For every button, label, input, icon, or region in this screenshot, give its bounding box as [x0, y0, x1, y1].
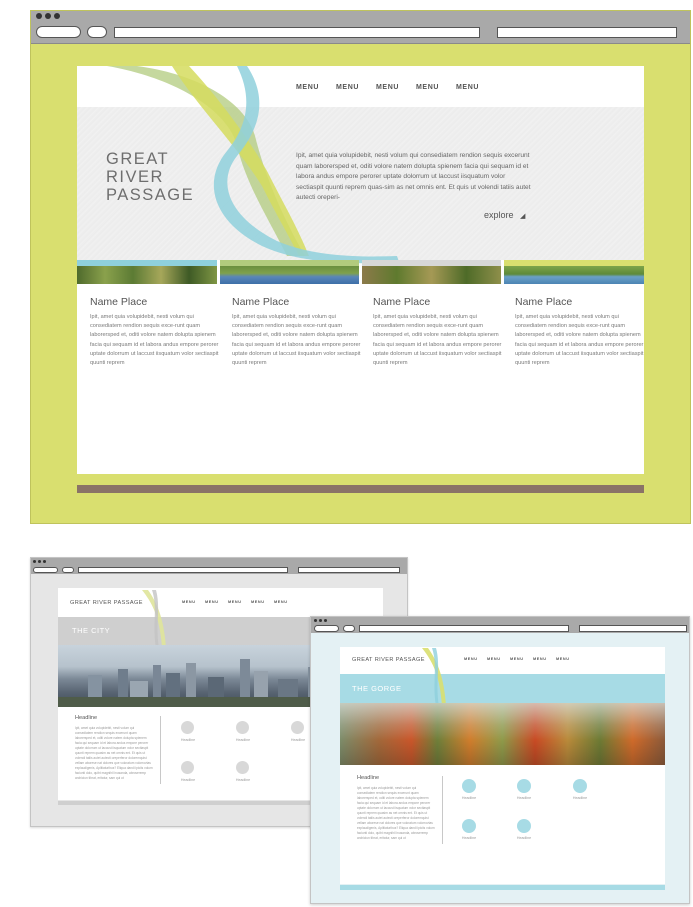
city-search-bar[interactable]	[298, 567, 400, 573]
city-circle[interactable]	[181, 721, 194, 734]
gorge-back-button[interactable]	[314, 625, 339, 632]
gorge-footer-bar	[340, 885, 665, 890]
card-title[interactable]: Name Place	[232, 296, 289, 308]
gorge-banner-title: THE GORGE	[352, 684, 402, 693]
menu-item[interactable]: MENU	[228, 600, 242, 604]
city-headline: Headline	[75, 715, 98, 721]
card-text: Ipit, amet quia volupidebit, nesti volum…	[232, 314, 361, 367]
gorge-circle[interactable]	[462, 819, 476, 833]
menu-item[interactable]: MENU	[296, 84, 319, 91]
explore-link[interactable]: explore ◢	[484, 210, 525, 220]
card-title[interactable]: Name Place	[90, 296, 147, 308]
city-forward-button[interactable]	[62, 567, 74, 573]
gorge-divider	[442, 776, 443, 844]
window-dots-icon	[314, 619, 327, 622]
logo-line: RIVER	[106, 168, 164, 186]
circle-label: Headline	[290, 738, 306, 742]
gorge-headline: Headline	[357, 775, 380, 781]
menu-item[interactable]: MENU	[556, 657, 570, 661]
city-circle[interactable]	[236, 721, 249, 734]
explore-arrow-icon: ◢	[520, 213, 526, 220]
circle-label: Headline	[180, 778, 196, 782]
card-image[interactable]	[77, 266, 217, 284]
river-ribbon-graphic	[422, 648, 446, 706]
gorge-circle[interactable]	[462, 779, 476, 793]
menu-item[interactable]: MENU	[456, 84, 479, 91]
menu-item[interactable]: MENU	[336, 84, 359, 91]
gorge-circle[interactable]	[517, 779, 531, 793]
gorge-search-bar[interactable]	[579, 625, 687, 632]
city-divider	[160, 716, 161, 784]
logo-line: GREAT	[106, 150, 170, 168]
circle-label: Headline	[180, 738, 196, 742]
gorge-logo[interactable]: GREAT RIVER PASSAGE	[352, 657, 425, 663]
logo-line: PASSAGE	[106, 186, 195, 204]
menu-item[interactable]: MENU	[464, 657, 478, 661]
circle-label: Headline	[516, 836, 532, 840]
city-circle[interactable]	[236, 761, 249, 774]
main-forward-button[interactable]	[87, 26, 107, 38]
main-logo[interactable]: GREAT RIVER PASSAGE	[106, 150, 194, 204]
gorge-foliage-mist	[340, 703, 665, 765]
river-ribbon-graphic	[142, 590, 166, 648]
circle-label: Headline	[461, 836, 477, 840]
city-banner-title: THE CITY	[72, 626, 111, 635]
circle-label: Headline	[235, 778, 251, 782]
card-text: Ipit, amet quia volupidebit, nesti volum…	[90, 314, 219, 367]
menu-item[interactable]: MENU	[182, 600, 196, 604]
gorge-forward-button[interactable]	[343, 625, 355, 632]
city-circle[interactable]	[181, 761, 194, 774]
menu-item[interactable]: MENU	[487, 657, 501, 661]
main-address-bar[interactable]	[114, 27, 480, 38]
menu-item[interactable]: MENU	[251, 600, 265, 604]
card-text: Ipit, amet quia volupidebit, nesti volum…	[373, 314, 502, 367]
menu-item[interactable]: MENU	[533, 657, 547, 661]
circle-label: Headline	[572, 796, 588, 800]
menu-item[interactable]: MENU	[274, 600, 288, 604]
city-address-bar[interactable]	[78, 567, 288, 573]
city-circle[interactable]	[291, 721, 304, 734]
card-image[interactable]	[504, 266, 644, 284]
card-title[interactable]: Name Place	[515, 296, 572, 308]
menu-item[interactable]: MENU	[376, 84, 399, 91]
city-logo[interactable]: GREAT RIVER PASSAGE	[70, 600, 143, 606]
city-back-button[interactable]	[33, 567, 58, 573]
window-dots-icon	[33, 560, 46, 563]
circle-label: Headline	[516, 796, 532, 800]
explore-label: explore	[484, 210, 514, 220]
hero-text: Ipit, amet quia volupidebit, nesti volum…	[296, 152, 531, 201]
main-search-bar[interactable]	[497, 27, 677, 38]
card-text: Ipit, amet quia volupidebit, nesti volum…	[515, 314, 644, 367]
gorge-body: Ipit, amet quia volupidebit, nesti volum…	[357, 786, 435, 840]
card-title[interactable]: Name Place	[373, 296, 430, 308]
gorge-circle[interactable]	[573, 779, 587, 793]
card-image[interactable]	[220, 266, 359, 284]
gorge-circle[interactable]	[517, 819, 531, 833]
window-dots-icon	[36, 13, 60, 19]
circle-label: Headline	[235, 738, 251, 742]
menu-item[interactable]: MENU	[416, 84, 439, 91]
city-body: Ipit, amet quia volupidebit, nesti volum…	[75, 726, 153, 780]
main-back-button[interactable]	[36, 26, 81, 38]
menu-item[interactable]: MENU	[510, 657, 524, 661]
menu-item[interactable]: MENU	[205, 600, 219, 604]
card-image[interactable]	[362, 266, 501, 284]
circle-label: Headline	[461, 796, 477, 800]
gorge-address-bar[interactable]	[359, 625, 569, 632]
main-footer-bar	[77, 485, 644, 493]
